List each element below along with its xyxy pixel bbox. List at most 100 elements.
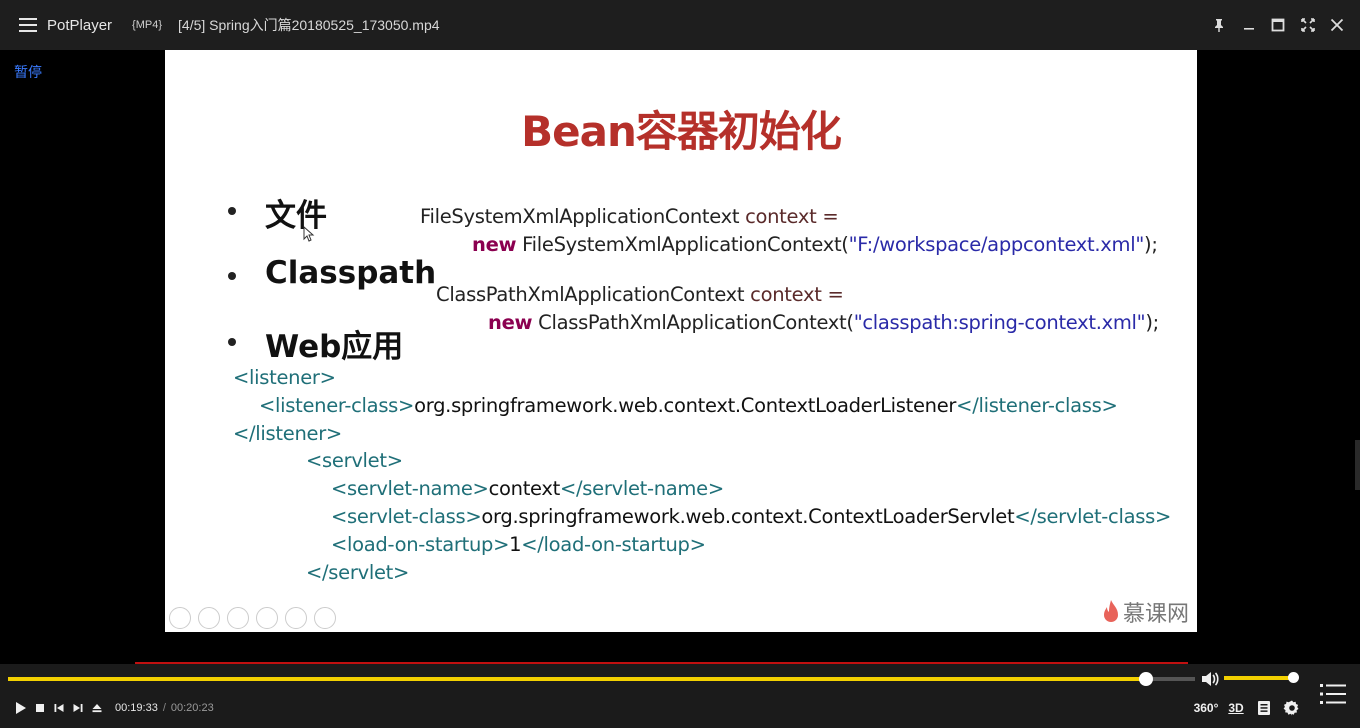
code-type: ClassPathXmlApplicationContext xyxy=(436,283,745,306)
slide-zoom-icon xyxy=(285,607,307,629)
xml-listener-class: <listener-class>org.springframework.web.… xyxy=(259,394,1118,417)
xml-tag: </listener-class> xyxy=(956,394,1118,417)
control-bar: 00:19:33 / 00:20:23 360° 3D xyxy=(0,664,1360,728)
code-string: "classpath:spring-context.xml" xyxy=(853,311,1146,334)
logo-text: 慕课网 xyxy=(1122,602,1189,627)
document-icon xyxy=(1258,701,1270,715)
gear-icon xyxy=(1283,700,1299,716)
close-button[interactable] xyxy=(1323,14,1353,36)
hamburger-menu-icon[interactable] xyxy=(19,18,37,32)
stop-button[interactable] xyxy=(31,700,49,716)
xml-servlet-class: <servlet-class>org.springframework.web.c… xyxy=(331,505,1171,528)
title-bar: PotPlayer {MP4} [4/5] Spring入门篇20180525_… xyxy=(0,0,1360,50)
stop-icon xyxy=(36,704,44,712)
slide-copy-icon xyxy=(256,607,278,629)
xml-tag: <listener-class> xyxy=(259,394,415,417)
video-frame-slide: Bean容器初始化 文件 Classpath Web应用 FileSystemX… xyxy=(165,50,1197,632)
slide-title: Bean容器初始化 xyxy=(521,107,842,156)
seek-bar-fill xyxy=(8,677,1147,681)
pin-button[interactable] xyxy=(1205,14,1235,36)
xml-tag: </load-on-startup> xyxy=(521,533,706,556)
playlist-icon[interactable] xyxy=(1320,682,1346,706)
app-name: PotPlayer xyxy=(47,16,113,34)
fullscreen-icon xyxy=(1300,18,1315,32)
settings-button[interactable] xyxy=(1281,697,1303,719)
play-button[interactable] xyxy=(12,700,30,716)
xml-value: context xyxy=(488,477,561,500)
maximize-button[interactable] xyxy=(1264,14,1294,36)
code-var: context = xyxy=(739,205,839,228)
subtitle-button[interactable] xyxy=(1253,697,1275,719)
vr-360-button[interactable]: 360° xyxy=(1193,697,1219,719)
playback-buttons: 00:19:33 / 00:20:23 xyxy=(12,700,214,716)
xml-value: org.springframework.web.context.ContextL… xyxy=(414,394,957,417)
slide-more-icon xyxy=(314,607,336,629)
seek-bar[interactable] xyxy=(8,672,1195,686)
code-end: ); xyxy=(1145,311,1159,334)
slide-pen-icon xyxy=(227,607,249,629)
xml-tag: </servlet-name> xyxy=(560,477,724,500)
next-button[interactable] xyxy=(69,700,87,716)
volume-slider-handle[interactable] xyxy=(1288,672,1299,683)
code-string: "F:/workspace/appcontext.xml" xyxy=(848,233,1145,256)
volume-slider-fill xyxy=(1224,676,1294,680)
bullet-classpath: Classpath xyxy=(265,255,437,291)
bullet-web: Web应用 xyxy=(265,329,404,365)
xml-tag: <servlet> xyxy=(306,449,403,472)
code-keyword: new xyxy=(488,311,533,334)
xml-value: 1 xyxy=(509,533,522,556)
total-time: 00:20:23 xyxy=(170,702,214,714)
pause-osd-text: 暂停 xyxy=(14,64,42,80)
slide-next-icon xyxy=(198,607,220,629)
xml-servlet-name: <servlet-name>context</servlet-name> xyxy=(331,477,724,500)
xml-value: org.springframework.web.context.ContextL… xyxy=(481,505,1015,528)
xml-listener-open: <listener> xyxy=(233,366,336,389)
xml-servlet-close: </servlet> xyxy=(306,561,409,584)
code-fs-line1: FileSystemXmlApplicationContext context … xyxy=(420,205,839,228)
mouse-cursor-icon xyxy=(303,226,315,242)
xml-servlet-open: <servlet> xyxy=(306,449,403,472)
xml-tag: <servlet-name> xyxy=(331,477,489,500)
code-fs-line2: new FileSystemXmlApplicationContext("F:/… xyxy=(472,233,1158,256)
xml-tag: </servlet> xyxy=(306,561,410,584)
3d-button[interactable]: 3D xyxy=(1225,697,1247,719)
flame-icon xyxy=(1103,600,1118,622)
bullet-dot xyxy=(228,207,236,215)
bullet-dot xyxy=(228,338,236,346)
xml-tag: <servlet-class> xyxy=(331,505,482,528)
play-icon xyxy=(16,702,26,714)
code-ctor: ClassPathXmlApplicationContext( xyxy=(532,311,854,334)
previous-button[interactable] xyxy=(50,700,68,716)
time-separator: / xyxy=(162,702,166,714)
code-var: context = xyxy=(744,283,844,306)
volume-slider[interactable] xyxy=(1224,672,1299,683)
code-type: FileSystemXmlApplicationContext xyxy=(420,205,740,228)
code-keyword: new xyxy=(472,233,517,256)
xml-tag: </listener> xyxy=(233,422,342,445)
code-ctor: FileSystemXmlApplicationContext( xyxy=(516,233,849,256)
pin-icon xyxy=(1215,19,1224,32)
fullscreen-button[interactable] xyxy=(1293,14,1323,36)
bullet-dot xyxy=(228,272,236,280)
volume-icon[interactable] xyxy=(1200,669,1220,689)
minimize-icon xyxy=(1243,28,1254,30)
xml-tag: </servlet-class> xyxy=(1014,505,1171,528)
window-controls xyxy=(1205,14,1353,36)
slide-toolbar xyxy=(169,607,336,629)
code-cp-line2: new ClassPathXmlApplicationContext("clas… xyxy=(488,311,1159,334)
skip-next-icon xyxy=(73,704,83,712)
eject-button[interactable] xyxy=(88,700,106,716)
format-label: {MP4} xyxy=(132,19,163,31)
right-control-buttons: 360° 3D xyxy=(1193,697,1303,719)
eject-icon xyxy=(92,704,102,713)
xml-load-on-startup: <load-on-startup>1</load-on-startup> xyxy=(331,533,706,556)
seek-bar-handle[interactable] xyxy=(1139,672,1154,686)
minimize-button[interactable] xyxy=(1234,14,1264,36)
file-title: [4/5] Spring入门篇20180525_173050.mp4 xyxy=(178,17,440,33)
bullet-file: 文件 xyxy=(265,198,327,234)
xml-tag: <load-on-startup> xyxy=(331,533,510,556)
close-icon xyxy=(1331,18,1344,32)
current-time: 00:19:33 xyxy=(115,702,158,714)
imooc-logo: 慕课网 xyxy=(1102,596,1189,628)
side-scroll-handle[interactable] xyxy=(1355,440,1360,490)
